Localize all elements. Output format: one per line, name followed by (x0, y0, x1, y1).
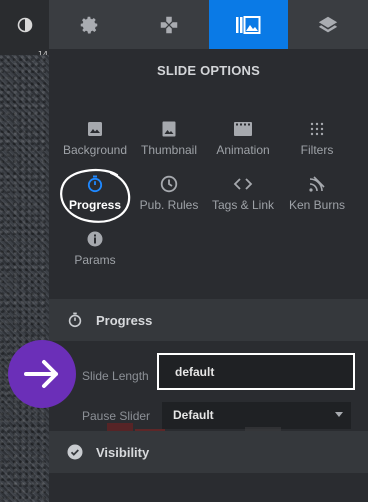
gamepad-icon (160, 16, 177, 33)
dots-grid-icon (310, 122, 324, 136)
canvas-texture (0, 55, 49, 502)
slide-length-label: Slide Length (82, 369, 149, 383)
option-label: Animation (216, 143, 270, 157)
stopwatch-icon (68, 312, 82, 328)
option-ken-burns[interactable]: Ken Burns (277, 174, 357, 212)
chevron-down-icon (335, 412, 343, 417)
slide-length-input[interactable]: default (157, 353, 355, 390)
option-params[interactable]: Params (55, 229, 135, 267)
section-header-progress[interactable]: Progress (49, 299, 368, 341)
highlight-circle-annotation (60, 168, 131, 223)
gear-icon (80, 16, 98, 34)
tab-controls[interactable] (129, 0, 209, 49)
check-circle-icon (67, 444, 83, 460)
option-thumbnail[interactable]: Thumbnail (129, 119, 209, 157)
option-label: Params (74, 253, 116, 267)
signal-icon (309, 176, 325, 192)
option-pub-rules[interactable]: Pub. Rules (129, 174, 209, 212)
option-label: Ken Burns (288, 198, 346, 212)
section-header-visibility[interactable]: Visibility (49, 431, 368, 473)
pointer-arrow-badge (8, 340, 76, 408)
option-label: Filters (300, 143, 334, 157)
slide-options-panel: SLIDE OPTIONS Background Thumbnail Anima… (49, 49, 368, 502)
slides-icon (236, 15, 261, 34)
panel-title: SLIDE OPTIONS (156, 63, 260, 78)
option-filters[interactable]: Filters (277, 119, 357, 157)
contrast-toggle[interactable] (0, 0, 49, 49)
clock-icon (160, 175, 178, 193)
portrait-icon (162, 121, 176, 137)
tab-slides[interactable] (208, 0, 289, 49)
info-icon (87, 231, 103, 247)
layers-icon (318, 16, 338, 32)
section-title: Progress (96, 312, 153, 328)
canvas-preview-strip: 14 (0, 0, 49, 502)
option-tags-link[interactable]: Tags & Link (203, 174, 283, 212)
arrow-right-icon (24, 360, 58, 388)
image-icon (88, 122, 102, 136)
contrast-icon (17, 17, 32, 32)
slide-length-value: default (175, 365, 215, 379)
option-label: Thumbnail (140, 143, 198, 157)
film-icon (234, 122, 252, 136)
pause-slider-label: Pause Slider (82, 409, 151, 423)
option-label: Pub. Rules (139, 198, 199, 212)
option-background[interactable]: Background (55, 119, 135, 157)
tab-layers[interactable] (288, 0, 368, 49)
option-label: Tags & Link (211, 198, 275, 212)
option-label: Background (62, 143, 128, 157)
pause-slider-value: Default (173, 408, 214, 422)
pause-slider-select[interactable]: Default (162, 402, 351, 429)
option-animation[interactable]: Animation (203, 119, 283, 157)
code-icon (233, 178, 253, 190)
section-title: Visibility (96, 444, 150, 460)
tab-settings[interactable] (49, 0, 129, 49)
top-tab-bar (49, 0, 368, 49)
